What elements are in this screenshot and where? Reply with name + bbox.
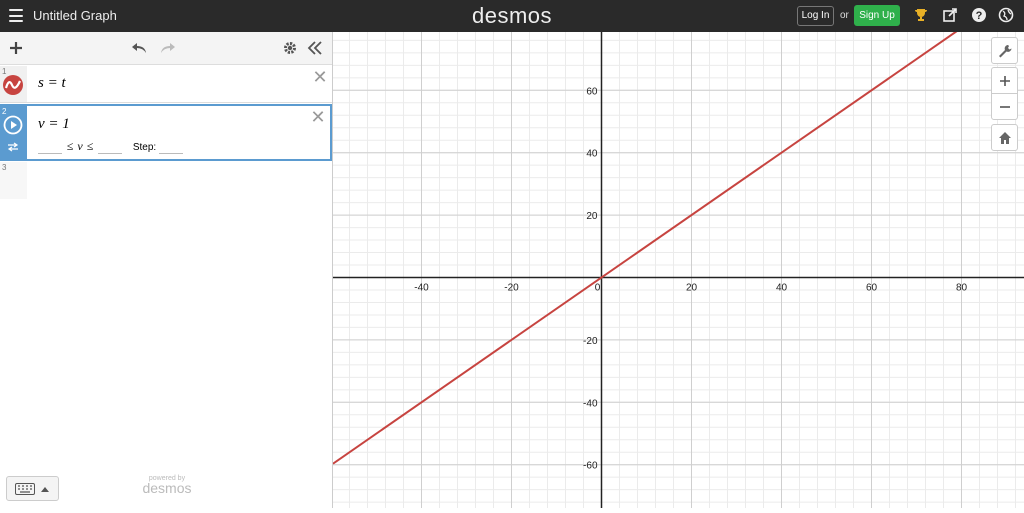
step-label: Step: [132,142,157,153]
zoom-out-button[interactable] [991,93,1018,120]
share-icon[interactable] [942,7,958,23]
expression-toolbar [0,32,332,65]
y-tick-label: -60 [583,461,598,472]
y-tick-label: -40 [583,398,598,409]
x-tick-label: 0 [595,283,601,294]
help-icon[interactable]: ? [971,7,987,23]
svg-text:?: ? [976,10,983,22]
top-bar: Untitled Graph desmos Log In or Sign Up … [0,0,1024,32]
slider-limits: ≤ v ≤ Step: [38,139,183,154]
graph-settings-wrench-icon[interactable] [991,37,1018,64]
x-tick-label: 20 [686,283,698,294]
y-tick-label: 40 [586,149,598,160]
expression-number: 3 [2,163,7,172]
keyboard-toggle-button[interactable] [6,476,59,501]
caret-up-icon [41,487,49,492]
default-viewport-button[interactable] [991,124,1018,151]
powered-by-desmos[interactable]: powered by desmos [137,475,197,496]
globe-icon[interactable] [998,7,1014,23]
expression-row-selected[interactable]: 2 v = 1 ≤ v ≤ Step: ✕ [0,104,332,161]
expression-gutter: 2 [0,106,27,159]
plotted-line[interactable] [332,0,1024,465]
add-expression-icon[interactable] [8,38,24,58]
graph-title[interactable]: Untitled Graph [33,8,117,23]
expression-input[interactable]: v = 1 [38,116,70,133]
graph-color-icon[interactable] [2,74,24,96]
expression-input[interactable]: s = t [38,75,66,92]
signup-button[interactable]: Sign Up [854,5,900,26]
play-slider-icon[interactable] [3,115,23,135]
le-symbol: ≤ [66,139,74,153]
settings-gear-icon[interactable] [282,38,298,58]
x-tick-label: 40 [776,283,788,294]
collapse-panel-icon[interactable] [306,38,324,58]
slider-max-input[interactable] [98,144,123,154]
x-tick-label: 60 [866,283,878,294]
slider-variable: v [77,139,83,153]
plus-icon [999,76,1010,86]
expression-panel: 1 s = t ✕ 2 v = 1 ≤ v ≤ Step: ✕ 3 powere… [0,32,333,508]
empty-expression-row[interactable]: 3 [0,162,332,199]
x-tick-label: 80 [956,283,968,294]
delete-expression-icon[interactable]: ✕ [310,108,326,126]
graph-canvas[interactable]: -40 -20 0 20 40 60 80 60 40 20 -20 -40 -60 [332,0,1024,508]
login-button[interactable]: Log In [797,6,834,26]
y-tick-label: -20 [583,336,598,347]
keyboard-icon [15,483,35,495]
y-tick-label: 60 [586,86,598,97]
le-symbol: ≤ [86,139,94,153]
minus-icon [999,106,1010,108]
graph-paper[interactable]: -40 -20 0 20 40 60 80 60 40 20 -20 -40 -60 [332,0,1024,508]
loop-mode-icon[interactable] [7,142,19,152]
y-tick-label: 20 [586,211,598,222]
expression-gutter: 1 [0,66,27,102]
home-icon [998,132,1011,144]
or-text: or [840,10,849,21]
hamburger-menu-icon[interactable] [9,9,23,22]
zoom-in-button[interactable] [991,67,1018,94]
expression-row[interactable]: 1 s = t ✕ [0,66,332,103]
undo-icon[interactable] [131,38,149,58]
x-tick-label: -40 [414,283,429,294]
slider-step-input[interactable] [159,144,183,154]
expression-gutter: 3 [0,162,27,199]
slider-min-input[interactable] [38,144,62,154]
x-tick-label: -20 [504,283,519,294]
delete-expression-icon[interactable]: ✕ [312,68,328,86]
trophy-icon[interactable] [913,7,929,23]
powered-by-logo: desmos [142,480,192,496]
redo-icon[interactable] [158,38,176,58]
